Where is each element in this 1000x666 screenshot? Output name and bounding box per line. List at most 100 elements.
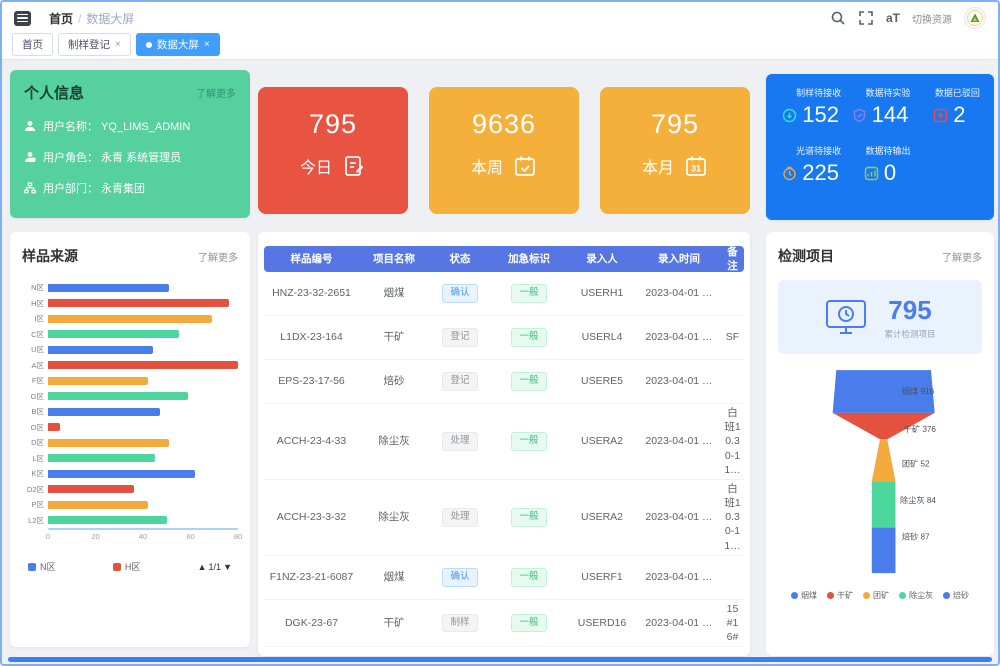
funnel-segment[interactable] — [872, 439, 896, 481]
user-role-row: 用户角色： 永青 系统管理员 — [24, 149, 236, 165]
bar[interactable] — [48, 315, 212, 323]
stat-data-pending-export[interactable]: 数据待输出 0 — [845, 144, 914, 186]
legend-item[interactable]: H区 — [113, 560, 141, 573]
bar-category-label: D2区 — [22, 484, 48, 495]
funnel-legend-item[interactable]: 除尘灰 — [899, 590, 933, 601]
funnel-legend-item[interactable]: 焙砂 — [943, 590, 969, 601]
table-cell: EPS-23-17-56 — [264, 372, 359, 390]
table-row[interactable]: EPS-23-17-56焙砂登记一般USERE52023-04-01 … — [264, 360, 744, 404]
edit-document-icon — [342, 154, 366, 178]
bottom-scrollbar[interactable] — [8, 657, 992, 662]
bar[interactable] — [48, 454, 155, 462]
table-cell: 2023-04-01 … — [637, 372, 721, 390]
bar-row: D区 — [22, 435, 238, 451]
stat-card-week[interactable]: 9636 本周 — [429, 87, 579, 214]
x-tick-label: 0 — [46, 532, 50, 541]
table-cell: 2023-04-01 … — [637, 568, 721, 586]
funnel-legend-item[interactable]: 烟煤 — [791, 590, 817, 601]
detection-more-link[interactable]: 了解更多 — [942, 249, 982, 264]
close-icon[interactable]: × — [115, 39, 121, 50]
table-row[interactable]: ACCH-23-3-32除尘灰处理一般USERA22023-04-01 …白班1… — [264, 480, 744, 556]
bar-category-label: G区 — [22, 391, 48, 402]
stat-card-month[interactable]: 795 本月 31 — [600, 87, 750, 214]
funnel-legend-item[interactable]: 干矿 — [827, 590, 853, 601]
switch-source-label[interactable]: 切换资源 — [912, 11, 952, 26]
funnel-segment[interactable] — [872, 481, 896, 527]
page-up-icon[interactable]: ▲ — [198, 562, 207, 572]
urgent-badge: 一般 — [511, 508, 546, 527]
stat-spectrum-pending[interactable]: 光谱待接收 225 — [776, 144, 845, 186]
status-badge: 处理 — [442, 432, 477, 451]
bar[interactable] — [48, 408, 160, 416]
bar-category-label: B区 — [22, 406, 48, 417]
bar-row: P区 — [22, 497, 238, 513]
bar-row: I区 — [22, 311, 238, 327]
stat-card-today[interactable]: 795 今日 — [258, 87, 408, 214]
bar[interactable] — [48, 516, 167, 524]
sample-source-card: 样品来源 了解更多 N区H区I区C区U区A区F区G区B区O区D区L区K区D2区P… — [10, 232, 250, 647]
table-cell: 2023-04-01 … — [637, 508, 721, 526]
sample-source-more-link[interactable]: 了解更多 — [198, 249, 238, 264]
table-cell: USERH1 — [567, 284, 637, 302]
table-cell: 登记 — [429, 370, 491, 393]
sample-source-title: 样品来源 — [22, 246, 78, 266]
bar[interactable] — [48, 377, 148, 385]
funnel-segment[interactable] — [872, 528, 896, 574]
table-row[interactable]: ACCH-23-4-33除尘灰处理一般USERA22023-04-01 …白班1… — [264, 404, 744, 480]
bar[interactable] — [48, 361, 238, 369]
urgent-badge: 一般 — [511, 432, 546, 451]
fullscreen-icon[interactable] — [858, 10, 874, 26]
bar[interactable] — [48, 501, 148, 509]
table-cell: 一般 — [491, 612, 567, 635]
legend-item[interactable]: N区 — [28, 560, 56, 573]
avatar[interactable] — [964, 7, 986, 29]
sample-source-bar-chart: N区H区I区C区U区A区F区G区B区O区D区L区K区D2区P区L2区 — [22, 280, 238, 528]
bar[interactable] — [48, 330, 179, 338]
collapse-menu-icon[interactable] — [14, 11, 31, 26]
tab-data-screen[interactable]: 数据大屏× — [136, 33, 220, 56]
tab-home[interactable]: 首页 — [12, 33, 53, 56]
table-row[interactable]: F1NZ-23-21-6087烟煤确认一般USERF12023-04-01 … — [264, 556, 744, 600]
table-cell: USERE5 — [567, 372, 637, 390]
bar-row: B区 — [22, 404, 238, 420]
column-header: 加急标识 — [491, 250, 567, 268]
funnel-legend-item[interactable]: 团矿 — [863, 590, 889, 601]
x-tick-label: 80 — [234, 532, 242, 541]
bar[interactable] — [48, 392, 188, 400]
sample-table-card: 样品编号项目名称状态加急标识录入人录入时间备注 HNZ-23-32-2651烟煤… — [258, 232, 750, 656]
bar-category-label: D区 — [22, 437, 48, 448]
table-row[interactable]: CQK-23-1063干矿处理加急USERC62023-04-01 …QFX — [264, 647, 744, 656]
table-cell: 一般 — [491, 282, 567, 305]
bar-category-label: L区 — [22, 453, 48, 464]
table-cell: ACCH-23-3-32 — [264, 508, 359, 526]
bar[interactable] — [48, 299, 229, 307]
bar[interactable] — [48, 284, 169, 292]
bar[interactable] — [48, 439, 169, 447]
x-axis-line — [48, 528, 238, 530]
tab-sample-register[interactable]: 制样登记× — [58, 33, 131, 56]
urgent-badge: 一般 — [511, 284, 546, 303]
stat-sample-pending[interactable]: 制样待接收 152 — [776, 86, 845, 128]
table-row[interactable]: DGK-23-67干矿制样一般USERD162023-04-01 …15#16# — [264, 600, 744, 648]
table-cell: 一般 — [491, 506, 567, 529]
bar[interactable] — [48, 346, 153, 354]
table-cell: 一般 — [491, 370, 567, 393]
page-down-icon[interactable]: ▼ — [223, 562, 232, 572]
stat-data-rejected[interactable]: 数据已驳回 2 — [915, 86, 984, 128]
breadcrumb-home[interactable]: 首页 — [49, 12, 73, 26]
column-header: 录入人 — [567, 250, 637, 268]
export-icon — [864, 166, 879, 181]
bar[interactable] — [48, 423, 60, 431]
funnel-label: 干矿 376 — [904, 424, 937, 434]
personal-more-link[interactable]: 了解更多 — [196, 85, 236, 100]
bar[interactable] — [48, 470, 195, 478]
search-icon[interactable] — [830, 10, 846, 26]
table-cell: 一般 — [491, 430, 567, 453]
table-row[interactable]: HNZ-23-32-2651烟煤确认一般USERH12023-04-01 … — [264, 272, 744, 316]
table-row[interactable]: L1DX-23-164干矿登记一般USERL42023-04-01 …SF — [264, 316, 744, 360]
font-size-icon[interactable]: aT — [886, 11, 900, 25]
stat-data-pending-exp[interactable]: 数据待实验 144 — [845, 86, 914, 128]
close-icon[interactable]: × — [204, 39, 210, 50]
detection-total: 795 — [884, 295, 935, 326]
bar[interactable] — [48, 485, 134, 493]
